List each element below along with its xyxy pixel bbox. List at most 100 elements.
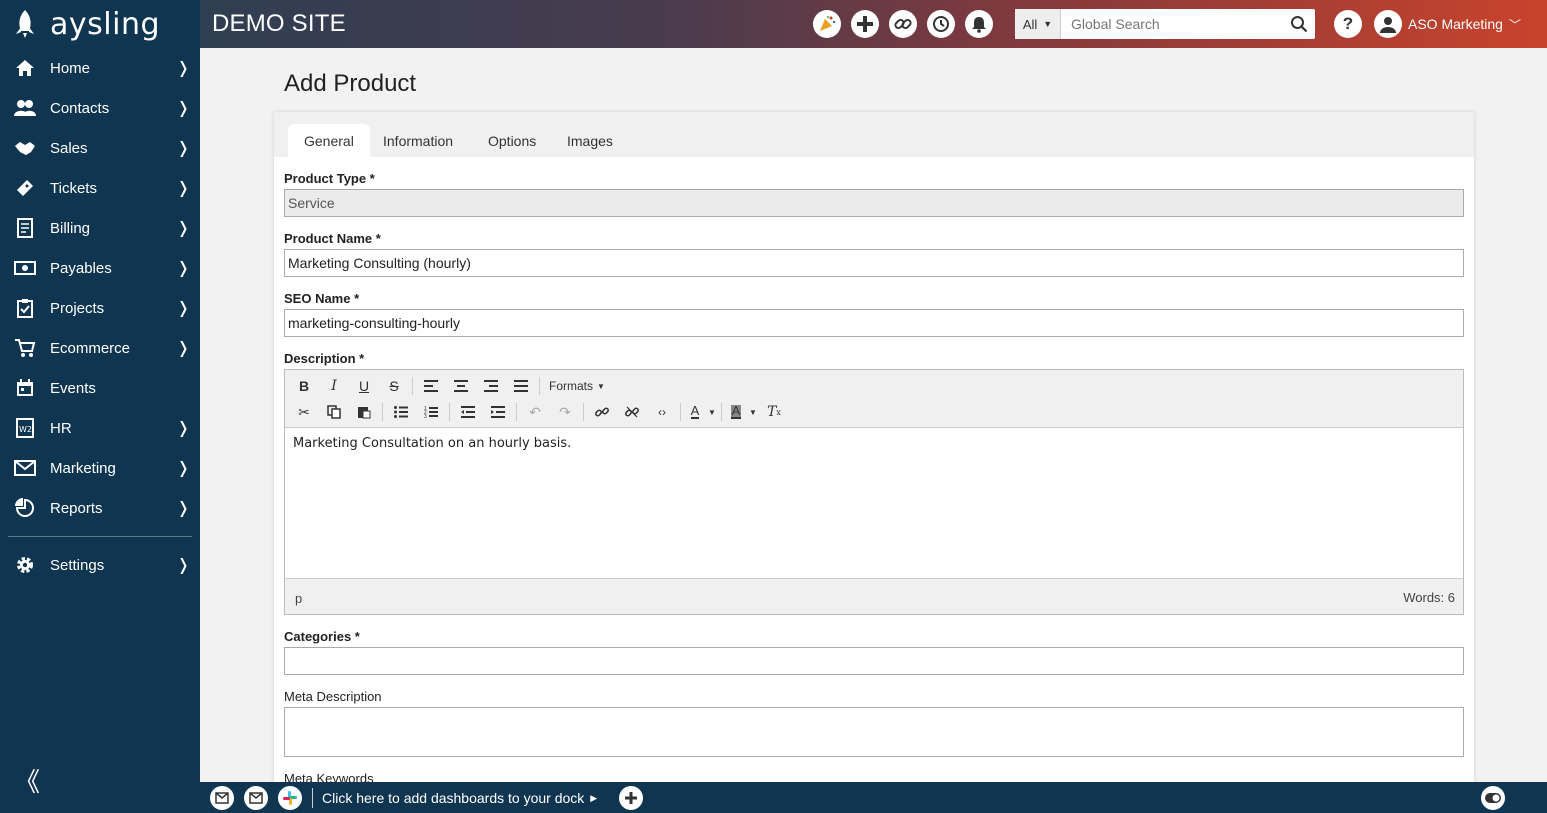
inbox-icon[interactable] bbox=[210, 786, 234, 810]
indent-icon[interactable] bbox=[483, 400, 513, 424]
sidebar-item-marketing[interactable]: Marketing ❭ bbox=[0, 448, 200, 488]
chevron-right-icon: ❭ bbox=[176, 557, 190, 574]
home-icon bbox=[14, 57, 36, 79]
brand-logo[interactable]: aysling bbox=[0, 0, 200, 48]
sidebar-item-home[interactable]: Home ❭ bbox=[0, 48, 200, 88]
help-icon[interactable]: ? bbox=[1334, 10, 1362, 38]
editor-toolbar-row-2: ✂ 123 ↶ ↷ ‹› A ▼ A ▼ T x bbox=[289, 399, 789, 425]
undo-icon[interactable]: ↶ bbox=[520, 400, 550, 424]
top-bar: DEMO SITE All ▼ ? ASO Marketing ﹀ bbox=[200, 0, 1547, 48]
add-dashboard-icon[interactable] bbox=[619, 786, 643, 810]
chevron-right-icon: ❭ bbox=[176, 100, 190, 117]
user-name: ASO Marketing bbox=[1408, 16, 1503, 32]
toolbar-divider bbox=[583, 403, 584, 421]
bold-icon[interactable]: B bbox=[289, 374, 319, 398]
meta-description-field[interactable] bbox=[284, 707, 1464, 757]
product-type-label: Product Type * bbox=[284, 171, 375, 186]
italic-icon[interactable]: I bbox=[319, 374, 349, 398]
align-center-icon[interactable] bbox=[446, 374, 476, 398]
search-icon[interactable] bbox=[1283, 9, 1315, 39]
outdent-icon[interactable] bbox=[453, 400, 483, 424]
sidebar-item-settings[interactable]: Settings ❭ bbox=[0, 545, 200, 585]
copy-icon[interactable] bbox=[319, 400, 349, 424]
caret-down-icon[interactable]: ▼ bbox=[747, 400, 759, 424]
sidebar-item-events[interactable]: Events bbox=[0, 368, 200, 408]
redo-icon[interactable]: ↷ bbox=[550, 400, 580, 424]
sidebar-item-billing[interactable]: Billing ❭ bbox=[0, 208, 200, 248]
description-label: Description * bbox=[284, 351, 365, 366]
chevron-right-icon: ❭ bbox=[176, 340, 190, 357]
categories-field[interactable] bbox=[284, 647, 1464, 675]
history-icon[interactable] bbox=[927, 10, 955, 38]
align-justify-icon[interactable] bbox=[506, 374, 536, 398]
sidebar-item-hr[interactable]: W2 HR ❭ bbox=[0, 408, 200, 448]
insert-link-icon[interactable] bbox=[587, 400, 617, 424]
tab-options[interactable]: Options bbox=[472, 124, 552, 157]
strikethrough-icon[interactable]: S bbox=[379, 374, 409, 398]
bullet-list-icon[interactable] bbox=[386, 400, 416, 424]
sidebar-item-label: Home bbox=[50, 59, 91, 77]
chevron-right-icon: ❭ bbox=[176, 420, 190, 437]
toolbar-divider bbox=[539, 377, 540, 395]
gear-icon bbox=[14, 554, 36, 576]
money-icon bbox=[14, 257, 36, 279]
paste-icon[interactable] bbox=[349, 400, 379, 424]
add-dashboards-link[interactable]: Click here to add dashboards to your doc… bbox=[322, 790, 597, 806]
chevron-right-icon: ❭ bbox=[176, 60, 190, 77]
background-color-icon[interactable]: A bbox=[725, 400, 747, 424]
bell-icon[interactable] bbox=[965, 10, 993, 38]
add-icon[interactable] bbox=[851, 10, 879, 38]
sidebar-item-tickets[interactable]: Tickets ❭ bbox=[0, 168, 200, 208]
toggle-icon[interactable] bbox=[1481, 786, 1505, 810]
clear-formatting-icon[interactable]: Tx bbox=[759, 400, 789, 424]
chevron-right-icon: ❭ bbox=[176, 500, 190, 517]
numbered-list-icon[interactable]: 123 bbox=[416, 400, 446, 424]
search-scope-select[interactable]: All ▼ bbox=[1015, 9, 1061, 39]
caret-down-icon[interactable]: ▼ bbox=[706, 400, 718, 424]
product-type-field[interactable] bbox=[284, 189, 1464, 217]
caret-down-icon: ▼ bbox=[1043, 19, 1053, 29]
product-form-card: General Information Options Images Produ… bbox=[274, 112, 1474, 782]
sidebar-nav: Home ❭ Contacts ❭ Sales ❭ Tickets ❭ Bill… bbox=[0, 48, 200, 528]
slack-icon[interactable] bbox=[278, 786, 302, 810]
tab-information[interactable]: Information bbox=[367, 124, 469, 157]
underline-icon[interactable]: U bbox=[349, 374, 379, 398]
cut-icon[interactable]: ✂ bbox=[289, 400, 319, 424]
align-left-icon[interactable] bbox=[416, 374, 446, 398]
sidebar-divider bbox=[8, 536, 192, 537]
clipboard-icon bbox=[14, 297, 36, 319]
text-color-icon[interactable]: A bbox=[684, 400, 706, 424]
categories-label: Categories * bbox=[284, 629, 360, 644]
sidebar-item-sales[interactable]: Sales ❭ bbox=[0, 128, 200, 168]
celebrate-icon[interactable] bbox=[813, 10, 841, 38]
seo-name-label: SEO Name * bbox=[284, 291, 360, 306]
chevron-right-icon: ❭ bbox=[176, 180, 190, 197]
toolbar-divider bbox=[680, 403, 681, 421]
chevron-right-icon: ❭ bbox=[176, 140, 190, 157]
source-code-icon[interactable]: ‹› bbox=[647, 400, 677, 424]
sidebar-item-projects[interactable]: Projects ❭ bbox=[0, 288, 200, 328]
sidebar-item-contacts[interactable]: Contacts ❭ bbox=[0, 88, 200, 128]
product-name-field[interactable] bbox=[284, 249, 1464, 277]
element-path[interactable]: p bbox=[295, 591, 302, 606]
sidebar-item-label: Ecommerce bbox=[50, 339, 131, 357]
user-menu[interactable]: ASO Marketing ﹀ bbox=[1374, 10, 1521, 38]
tab-general[interactable]: General bbox=[288, 124, 370, 157]
tab-images[interactable]: Images bbox=[551, 124, 629, 157]
sidebar-item-reports[interactable]: Reports ❭ bbox=[0, 488, 200, 528]
collapse-sidebar-icon[interactable]: 《 bbox=[14, 762, 40, 799]
sidebar-item-payables[interactable]: Payables ❭ bbox=[0, 248, 200, 288]
editor-content-area[interactable]: Marketing Consultation on an hourly basi… bbox=[285, 428, 1463, 578]
remove-link-icon[interactable] bbox=[617, 400, 647, 424]
mail-icon[interactable] bbox=[244, 786, 268, 810]
chevron-down-icon: ﹀ bbox=[1508, 17, 1521, 32]
product-name-label: Product Name * bbox=[284, 231, 381, 246]
link-icon[interactable] bbox=[889, 10, 917, 38]
seo-name-field[interactable] bbox=[284, 309, 1464, 337]
sidebar-item-ecommerce[interactable]: Ecommerce ❭ bbox=[0, 328, 200, 368]
formats-dropdown[interactable]: Formats ▼ bbox=[543, 379, 611, 393]
search-input[interactable] bbox=[1061, 9, 1283, 39]
sidebar-item-label: Reports bbox=[50, 499, 103, 517]
sidebar-item-label: Tickets bbox=[50, 179, 97, 197]
align-right-icon[interactable] bbox=[476, 374, 506, 398]
